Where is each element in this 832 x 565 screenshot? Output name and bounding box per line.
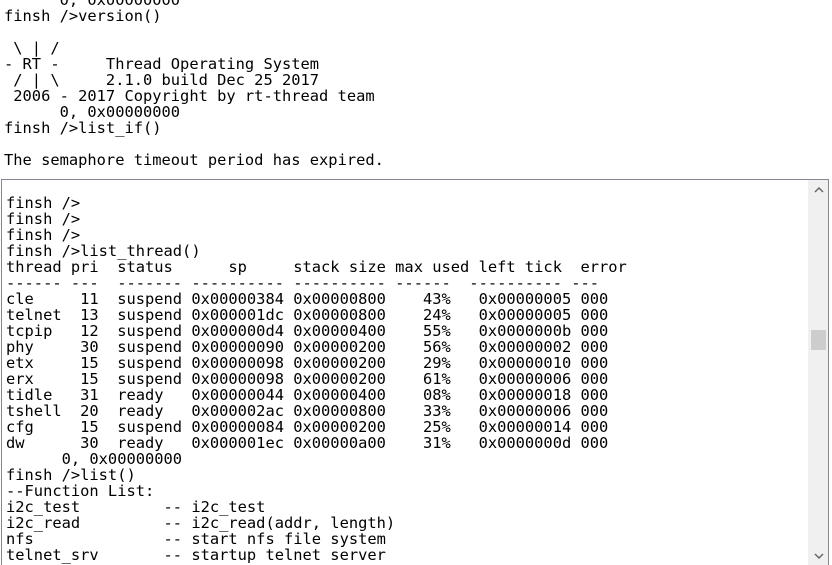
console-line: finsh />version() (4, 7, 162, 25)
scroll-down-button[interactable] (809, 547, 828, 565)
function-list-item: telnet_srv -- startup telnet server (6, 546, 386, 564)
logo-line: / | \ 2.1.0 build Dec 25 2017 (4, 71, 320, 89)
vertical-scrollbar[interactable] (808, 180, 828, 565)
function-list-header: --Function List: (6, 482, 155, 500)
thread-table-row: tidle 31 ready 0x00000044 0x00000400 08%… (6, 386, 609, 404)
upper-console-output: 0, 0x00000000 finsh />version() \ | / - … (4, 0, 824, 168)
console-line: 0, 0x00000000 (4, 103, 181, 121)
console-line: finsh /> (6, 226, 81, 244)
console-line: finsh /> (6, 210, 81, 228)
thread-table-row: cfg 15 suspend 0x00000084 0x00000200 25%… (6, 418, 609, 436)
error-message: The semaphore timeout period has expired… (4, 151, 384, 169)
function-list-item: i2c_test -- i2c_test (6, 498, 266, 516)
console-line: finsh />list() (6, 466, 136, 484)
console-line: finsh /> (6, 194, 81, 212)
function-list-item: nfs -- start nfs file system (6, 530, 386, 548)
logo-line: - RT - Thread Operating System (4, 55, 320, 73)
logo-line: \ | / (4, 39, 60, 57)
thread-table-row: tcpip 12 suspend 0x000000d4 0x00000400 5… (6, 322, 609, 340)
thread-table-row: dw 30 ready 0x000001ec 0x00000a00 31% 0x… (6, 434, 609, 452)
chevron-up-icon (814, 186, 823, 192)
console-line: finsh />list_if() (4, 119, 162, 137)
terminal-text-area[interactable]: finsh /> finsh /> finsh /> finsh />list_… (1, 179, 829, 565)
thread-table-row: etx 15 suspend 0x00000098 0x00000200 29%… (6, 354, 609, 372)
thread-table-row: phy 30 suspend 0x00000090 0x00000200 56%… (6, 338, 609, 356)
function-list-item: i2c_read -- i2c_read(addr, length) (6, 514, 396, 532)
thread-table-row: telnet 13 suspend 0x000001dc 0x00000800 … (6, 306, 609, 324)
lower-console-output: finsh /> finsh /> finsh /> finsh />list_… (6, 195, 806, 563)
thread-table-separator: ------ --- ------- ---------- ----------… (6, 274, 600, 292)
console-line: 0, 0x00000000 (6, 450, 183, 468)
thread-table-row: erx 15 suspend 0x00000098 0x00000200 61%… (6, 370, 609, 388)
scroll-up-button[interactable] (809, 180, 828, 198)
chevron-down-icon (814, 553, 823, 559)
thread-table-header: thread pri status sp stack size max used… (6, 258, 627, 276)
scrollbar-thumb[interactable] (811, 330, 826, 350)
logo-line: 2006 - 2017 Copyright by rt-thread team (4, 87, 375, 105)
console-line: finsh />list_thread() (6, 242, 201, 260)
thread-table-row: tshell 20 ready 0x000002ac 0x00000800 33… (6, 402, 609, 420)
thread-table-row: cle 11 suspend 0x00000384 0x00000800 43%… (6, 290, 609, 308)
